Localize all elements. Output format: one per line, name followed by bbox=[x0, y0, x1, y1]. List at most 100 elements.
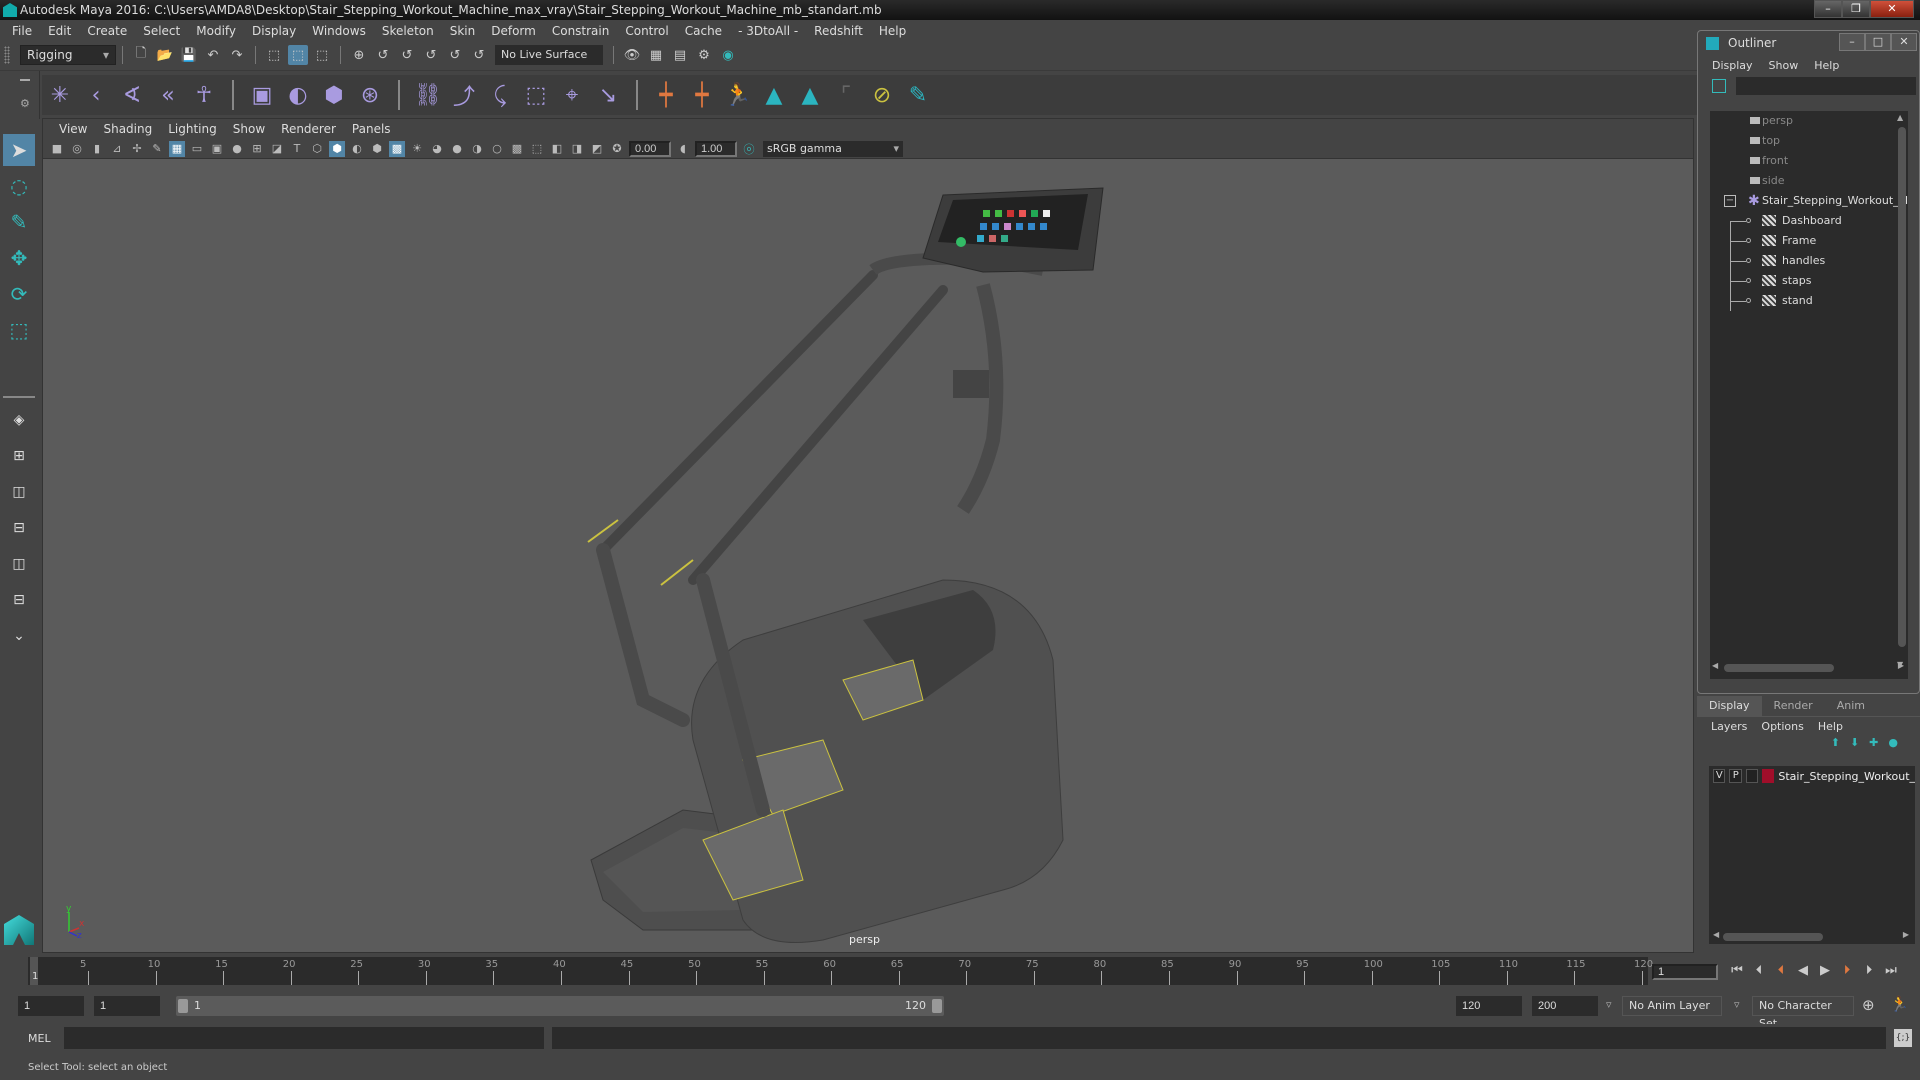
menu-constrain[interactable]: Constrain bbox=[544, 24, 618, 38]
select-tool-icon[interactable]: ➤ bbox=[3, 134, 35, 166]
image-plane-icon[interactable]: ⊿ bbox=[109, 141, 125, 157]
panel-menu-view[interactable]: View bbox=[51, 122, 95, 136]
exposure-icon[interactable]: ✪ bbox=[609, 141, 625, 157]
shelf-settings-icon[interactable]: ⚙ bbox=[20, 97, 30, 110]
playback-start-field[interactable] bbox=[94, 996, 160, 1016]
layer-color-swatch[interactable] bbox=[1762, 769, 1775, 783]
humanik-icon[interactable]: ☥ bbox=[189, 80, 219, 110]
film-gate-icon[interactable]: ▭ bbox=[189, 141, 205, 157]
close-button[interactable]: ✕ bbox=[1870, 0, 1914, 18]
range-end-handle[interactable] bbox=[932, 999, 942, 1013]
go-to-start-icon[interactable]: ⏮ bbox=[1726, 963, 1748, 978]
lattice-icon[interactable]: ⬢ bbox=[319, 80, 349, 110]
textured-icon[interactable]: ▩ bbox=[389, 140, 405, 157]
bind-skin-icon[interactable]: « bbox=[153, 80, 183, 110]
anim-layer-dropdown-arrow-icon[interactable]: ▿ bbox=[1606, 998, 1612, 1011]
minimize-button[interactable]: – bbox=[1814, 0, 1842, 18]
outliner-vertical-scrollbar[interactable]: ▲ ▼ bbox=[1897, 113, 1907, 669]
character-icon[interactable]: 🏃 bbox=[723, 80, 753, 110]
gamma-field[interactable] bbox=[695, 140, 737, 157]
animation-end-field[interactable] bbox=[1532, 996, 1598, 1016]
empty-slot-icon[interactable]: ⌜ bbox=[831, 80, 861, 110]
script-language-toggle[interactable]: MEL bbox=[28, 1032, 51, 1045]
animation-start-field[interactable] bbox=[18, 996, 84, 1016]
layer-menu-layers[interactable]: Layers bbox=[1711, 720, 1747, 733]
tab-display[interactable]: Display bbox=[1697, 696, 1762, 716]
persp-graph-layout-icon[interactable]: ⊟ bbox=[3, 512, 35, 544]
safe-title-icon[interactable]: T bbox=[289, 141, 305, 157]
layer-playback-toggle[interactable]: P bbox=[1729, 769, 1742, 783]
safe-action-icon[interactable]: ◪ bbox=[269, 141, 285, 157]
scale-tool-icon[interactable]: ⬚ bbox=[3, 314, 35, 346]
step-forward-frame-icon[interactable]: ⏵ bbox=[1858, 963, 1880, 978]
xray-components-icon[interactable]: ◩ bbox=[589, 141, 605, 157]
outliner-item-top[interactable]: top bbox=[1710, 131, 1908, 151]
orient-constraint-icon[interactable]: ⤹ bbox=[485, 80, 515, 110]
motion-blur-icon[interactable]: ◑ bbox=[469, 141, 485, 157]
2d-pan-zoom-icon[interactable]: ✢ bbox=[129, 141, 145, 157]
panel-menu-lighting[interactable]: Lighting bbox=[160, 122, 225, 136]
scroll-right-arrow-icon[interactable]: ▶ bbox=[1898, 661, 1904, 670]
command-input[interactable] bbox=[64, 1027, 544, 1049]
stair-stepper-model[interactable] bbox=[43, 160, 1693, 952]
shelf-tab-bar[interactable]: ⚙ bbox=[0, 71, 40, 119]
parent-constraint-icon[interactable]: ⛓ bbox=[413, 80, 443, 110]
ik-spline-icon[interactable]: ∢ bbox=[117, 80, 147, 110]
scroll-left-arrow-icon[interactable]: ◀ bbox=[1712, 661, 1718, 670]
go-to-end-icon[interactable]: ⏭ bbox=[1880, 963, 1902, 978]
scrollbar-thumb[interactable] bbox=[1898, 127, 1906, 647]
scale-constraint-icon[interactable]: ⬚ bbox=[521, 80, 551, 110]
new-scene-icon[interactable]: 🗋 bbox=[131, 45, 151, 65]
layer-name[interactable]: Stair_Stepping_Workout_Machine bbox=[1778, 770, 1915, 783]
wireframe-on-shaded-icon[interactable]: ⬢ bbox=[369, 141, 385, 157]
cluster-icon[interactable]: ⊛ bbox=[355, 80, 385, 110]
shadows-icon[interactable]: ◕ bbox=[429, 141, 445, 157]
select-camera-icon[interactable]: ■ bbox=[49, 141, 65, 157]
panel-menu-show[interactable]: Show bbox=[225, 122, 273, 136]
menu-skin[interactable]: Skin bbox=[442, 24, 484, 38]
xray-joints-icon[interactable]: ◨ bbox=[569, 141, 585, 157]
lasso-tool-icon[interactable]: ◌ bbox=[3, 170, 35, 202]
wireframe-icon[interactable]: ⬡ bbox=[309, 141, 325, 157]
layer-row[interactable]: V P Stair_Stepping_Workout_Machine bbox=[1709, 766, 1915, 786]
redo-icon[interactable]: ↷ bbox=[227, 45, 247, 65]
time-slider-track[interactable]: 1 5 10 15 20 25 30 35 40 45 50 55 60 65 70 75 80 85 90 95 1… bbox=[28, 957, 1653, 985]
move-tool-icon[interactable]: ✥ bbox=[3, 242, 35, 274]
anim-layer-dropdown[interactable]: No Anim Layer bbox=[1622, 996, 1722, 1016]
layer-menu-help[interactable]: Help bbox=[1818, 720, 1843, 733]
outliner-item-persp[interactable]: persp bbox=[1710, 111, 1908, 131]
bookmark-icon[interactable]: ▮ bbox=[89, 141, 105, 157]
layer-menu-options[interactable]: Options bbox=[1761, 720, 1803, 733]
grid-icon[interactable]: ▦ bbox=[169, 140, 185, 157]
new-layer-from-selected-icon[interactable]: ● bbox=[1888, 736, 1908, 749]
outliner-maximize-button[interactable]: □ bbox=[1865, 33, 1891, 51]
grease-pencil-icon[interactable]: ✎ bbox=[149, 141, 165, 157]
maya-script-2-icon[interactable]: ▲ bbox=[795, 80, 825, 110]
collapse-icon[interactable]: − bbox=[1724, 195, 1736, 207]
scrollbar-thumb[interactable] bbox=[1724, 664, 1834, 672]
persp-outliner-layout-icon[interactable]: ◫ bbox=[3, 476, 35, 508]
snap-curve-icon[interactable]: ↺ bbox=[373, 45, 393, 65]
outliner-item-dashboard[interactable]: Dashboard bbox=[1710, 211, 1908, 231]
resolution-gate-icon[interactable]: ▣ bbox=[209, 141, 225, 157]
shelf-menu-icon[interactable] bbox=[20, 79, 30, 81]
snap-view-plane-icon[interactable]: ↺ bbox=[421, 45, 441, 65]
menu-modify[interactable]: Modify bbox=[188, 24, 244, 38]
open-scene-icon[interactable]: 📂 bbox=[155, 45, 175, 65]
gate-mask-icon[interactable]: ● bbox=[229, 141, 245, 157]
snap-magnet-icon[interactable]: ↺ bbox=[469, 45, 489, 65]
outliner-tree[interactable]: persp top front side − ✱ Stair_Stepping_Wo… bbox=[1710, 111, 1908, 679]
rotate-tool-icon[interactable]: ⟳ bbox=[3, 278, 35, 310]
use-all-lights-icon[interactable]: ☀ bbox=[409, 141, 425, 157]
gamma-icon[interactable]: ◖ bbox=[675, 141, 691, 157]
outliner-item-handles[interactable]: handles bbox=[1710, 251, 1908, 271]
select-objects-icon[interactable]: ⬚ bbox=[288, 45, 308, 65]
filter-options-icon[interactable] bbox=[1712, 79, 1726, 93]
isolate-select-icon[interactable]: ⬚ bbox=[529, 141, 545, 157]
outliner-title-bar[interactable]: Outliner – □ ✕ bbox=[1698, 31, 1919, 55]
outliner-item-frame[interactable]: Frame bbox=[1710, 231, 1908, 251]
character-set-dropdown[interactable]: No Character Set bbox=[1752, 996, 1854, 1030]
character-set-dropdown-arrow-icon[interactable]: ▿ bbox=[1734, 998, 1740, 1011]
move-layer-down-icon[interactable]: ⬇ bbox=[1850, 736, 1869, 749]
range-slider-bar[interactable]: 1 120 bbox=[176, 996, 944, 1016]
